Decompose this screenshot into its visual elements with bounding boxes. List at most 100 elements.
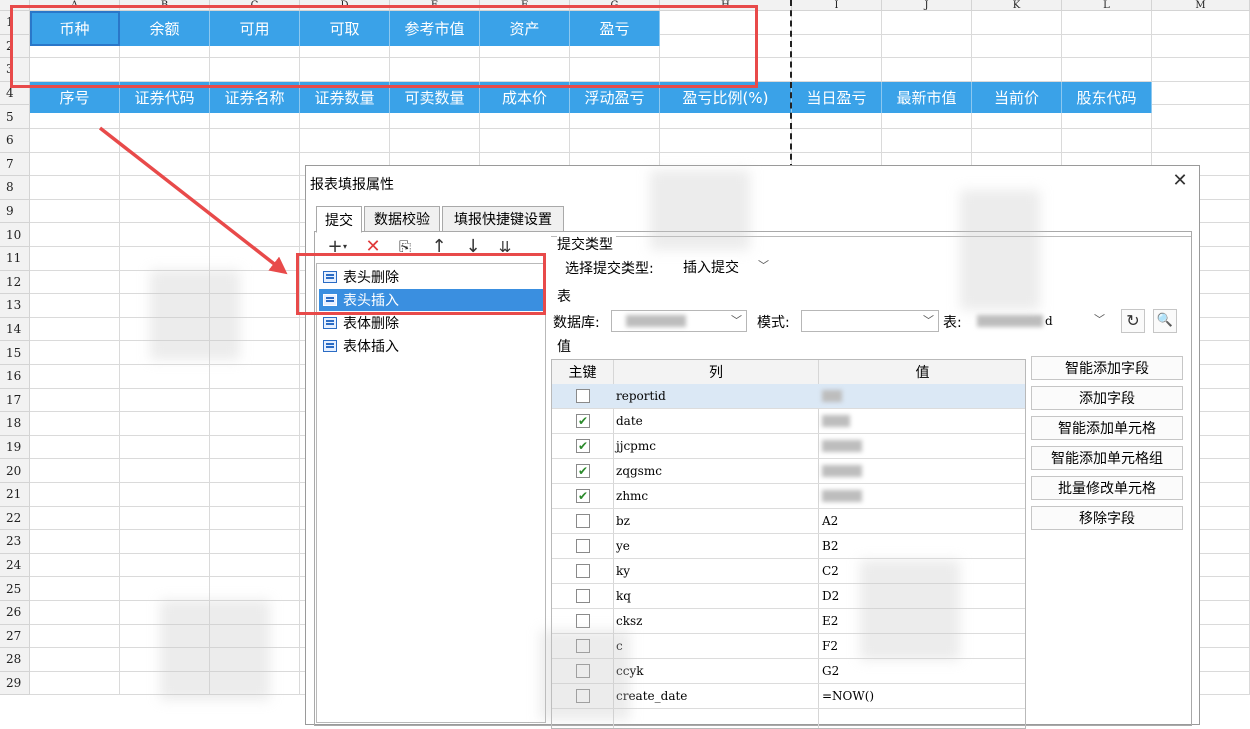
sheet-cell[interactable] [972, 129, 1062, 153]
table-row[interactable]: bz A2 [552, 509, 1025, 534]
sheet-cell[interactable] [120, 199, 210, 224]
row-header[interactable]: 10 [0, 223, 30, 247]
header-cell-row4[interactable]: 可卖数量 [390, 81, 480, 114]
sheet-cell[interactable] [30, 671, 120, 696]
arrow-down-icon[interactable]: ↓ [462, 236, 484, 258]
col-header-key[interactable]: 主键 [552, 360, 614, 384]
grid-value[interactable] [822, 409, 850, 433]
sheet-cell[interactable] [1152, 81, 1250, 106]
sheet-cell[interactable] [30, 530, 120, 554]
sheet-cell[interactable] [120, 294, 210, 318]
grid-value[interactable]: D2 [822, 584, 839, 608]
sheet-cell[interactable] [30, 459, 120, 483]
header-cell-row1[interactable]: 盈亏 [570, 11, 660, 47]
sheet-cell[interactable] [1062, 58, 1152, 82]
sheet-cell[interactable] [792, 11, 882, 35]
sheet-cell[interactable] [30, 365, 120, 389]
sheet-cell[interactable] [210, 601, 300, 625]
row-header[interactable]: 25 [0, 577, 30, 601]
sheet-cell[interactable] [660, 58, 792, 82]
header-cell-row4[interactable]: 盈亏比例(%) [660, 81, 792, 114]
column-header[interactable]: F [480, 0, 570, 11]
sheet-cell[interactable] [480, 129, 570, 153]
table-row[interactable]: c F2 [552, 634, 1025, 659]
sheet-cell[interactable] [660, 34, 792, 59]
primary-key-checkbox[interactable] [576, 589, 590, 603]
sheet-cell[interactable] [1152, 58, 1250, 82]
sheet-cell[interactable] [1062, 129, 1152, 153]
sort-icon[interactable]: ⇊ [494, 236, 516, 258]
sheet-cell[interactable] [210, 388, 300, 413]
row-header[interactable]: 3 [0, 58, 30, 82]
row-header[interactable]: 2 [0, 34, 30, 59]
sheet-cell[interactable] [480, 58, 570, 82]
column-header[interactable]: I [792, 0, 882, 11]
sheet-cell[interactable] [972, 34, 1062, 59]
sheet-cell[interactable] [210, 199, 300, 224]
table-row[interactable]: kq D2 [552, 584, 1025, 609]
sheet-cell[interactable] [210, 671, 300, 696]
header-cell-row1[interactable]: 币种 [30, 11, 120, 47]
sheet-cell[interactable] [30, 152, 120, 177]
sheet-cell[interactable] [210, 58, 300, 82]
row-header[interactable]: 28 [0, 648, 30, 672]
col-header-value[interactable]: 值 [819, 360, 1025, 384]
header-cell-row4[interactable]: 股东代码 [1062, 81, 1152, 114]
row-header[interactable]: 19 [0, 435, 30, 460]
sheet-cell[interactable] [30, 247, 120, 271]
sheet-cell[interactable] [30, 553, 120, 578]
sheet-cell[interactable] [882, 129, 972, 153]
sheet-cell[interactable] [30, 270, 120, 295]
sheet-cell[interactable] [120, 459, 210, 483]
sheet-cell[interactable] [30, 388, 120, 413]
copy-icon[interactable]: ⎘ [394, 236, 416, 258]
sheet-cell[interactable] [30, 223, 120, 247]
sheet-cell[interactable] [210, 317, 300, 342]
primary-key-checkbox[interactable]: ✔ [576, 489, 590, 503]
row-header[interactable]: 8 [0, 176, 30, 200]
sheet-cell[interactable] [1152, 129, 1250, 153]
grid-value[interactable]: B2 [822, 534, 838, 558]
header-cell-row4[interactable]: 证券名称 [210, 81, 300, 114]
table-row[interactable]: ✔ jjcpmc [552, 434, 1025, 459]
sheet-cell[interactable] [30, 317, 120, 342]
sheet-cell[interactable] [660, 11, 792, 35]
grid-value[interactable]: =NOW() [822, 684, 874, 708]
sheet-cell[interactable] [30, 199, 120, 224]
table-row[interactable]: ✔ date [552, 409, 1025, 434]
sheet-cell[interactable] [120, 388, 210, 413]
tab-shortcut-settings[interactable]: 填报快捷键设置 [442, 206, 564, 232]
header-cell-row4[interactable]: 浮动盈亏 [570, 81, 660, 114]
header-cell-row4[interactable]: 证券数量 [300, 81, 390, 114]
primary-key-checkbox[interactable]: ✔ [576, 414, 590, 428]
table-row[interactable]: ccyk G2 [552, 659, 1025, 684]
sheet-cell[interactable] [210, 553, 300, 578]
column-header[interactable]: A [30, 0, 120, 11]
row-header[interactable]: 29 [0, 671, 30, 696]
table-row[interactable]: cksz E2 [552, 609, 1025, 634]
sheet-cell[interactable] [210, 129, 300, 153]
header-cell-row1[interactable]: 可取 [300, 11, 390, 47]
arrow-up-icon[interactable]: ↑ [428, 236, 450, 258]
sheet-cell[interactable] [210, 412, 300, 436]
smart-add-cell-button[interactable]: 智能添加单元格 [1031, 416, 1183, 440]
sheet-cell[interactable] [1062, 11, 1152, 35]
header-cell-row4[interactable]: 证券代码 [120, 81, 210, 114]
sheet-cell[interactable] [210, 223, 300, 247]
grid-value[interactable]: F2 [822, 634, 838, 658]
sheet-cell[interactable] [210, 459, 300, 483]
column-header[interactable]: E [390, 0, 480, 11]
column-header[interactable]: M [1152, 0, 1250, 11]
grid-value[interactable]: G2 [822, 659, 839, 683]
close-icon[interactable]: ✕ [1169, 170, 1191, 192]
list-item-body-insert[interactable]: 表体插入 [319, 335, 543, 357]
sheet-cell[interactable] [120, 223, 210, 247]
refresh-icon[interactable]: ↻ [1121, 309, 1145, 333]
batch-edit-cell-button[interactable]: 批量修改单元格 [1031, 476, 1183, 500]
header-cell-row1[interactable]: 资产 [480, 11, 570, 47]
primary-key-checkbox[interactable] [576, 514, 590, 528]
column-header[interactable]: H [660, 0, 792, 11]
sheet-cell[interactable] [882, 58, 972, 82]
col-header-column[interactable]: 列 [614, 360, 819, 384]
row-header[interactable]: 6 [0, 129, 30, 153]
